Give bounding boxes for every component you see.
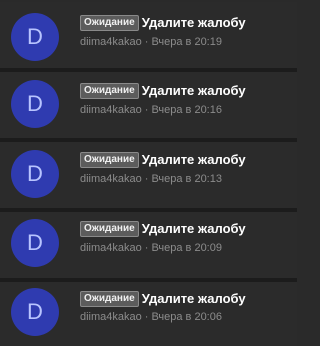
list-item[interactable]: D Ожидание Удалите жалобу diima4kakao · Вче… <box>0 212 297 278</box>
avatar[interactable]: D <box>11 13 59 61</box>
thread-meta: diima4kakao · Вчера в 20:16 <box>80 103 222 117</box>
timestamp[interactable]: Вчера в 20:16 <box>151 104 222 116</box>
thread-meta: diima4kakao · Вчера в 20:06 <box>80 310 222 324</box>
meta-separator: · <box>144 36 149 48</box>
title-line: Ожидание Удалите жалобу <box>80 220 246 238</box>
meta-separator: · <box>144 173 149 185</box>
list-item[interactable]: D Ожидание Удалите жалобу diima4kakao · Вче… <box>0 282 297 346</box>
thread-title[interactable]: Удалите жалобу <box>142 14 246 32</box>
title-line: Ожидание Удалите жалобу <box>80 151 246 169</box>
thread-title[interactable]: Удалите жалобу <box>142 220 246 238</box>
timestamp[interactable]: Вчера в 20:06 <box>151 311 222 323</box>
status-badge: Ожидание <box>80 291 139 307</box>
thread-list: D Ожидание Удалите жалобу diima4kakao · Вче… <box>0 0 297 346</box>
author-link[interactable]: diima4kakao <box>80 104 142 116</box>
list-item[interactable]: D Ожидание Удалите жалобу diima4kakao · Вче… <box>0 142 297 208</box>
timestamp[interactable]: Вчера в 20:09 <box>151 242 222 254</box>
author-link[interactable]: diima4kakao <box>80 242 142 254</box>
status-badge: Ожидание <box>80 83 139 99</box>
avatar[interactable]: D <box>11 150 59 198</box>
thread-meta: diima4kakao · Вчера в 20:19 <box>80 35 222 49</box>
author-link[interactable]: diima4kakao <box>80 36 142 48</box>
thread-title[interactable]: Удалите жалобу <box>142 290 246 308</box>
author-link[interactable]: diima4kakao <box>80 311 142 323</box>
status-badge: Ожидание <box>80 152 139 168</box>
title-line: Ожидание Удалите жалобу <box>80 82 246 100</box>
list-item[interactable]: D Ожидание Удалите жалобу diima4kakao · Вче… <box>0 72 297 138</box>
author-link[interactable]: diima4kakao <box>80 173 142 185</box>
thread-title[interactable]: Удалите жалобу <box>142 151 246 169</box>
avatar[interactable]: D <box>11 219 59 267</box>
status-badge: Ожидание <box>80 221 139 237</box>
title-line: Ожидание Удалите жалобу <box>80 14 246 32</box>
status-badge: Ожидание <box>80 15 139 31</box>
avatar[interactable]: D <box>11 288 59 336</box>
thread-meta: diima4kakao · Вчера в 20:13 <box>80 172 222 186</box>
list-item[interactable]: D Ожидание Удалите жалобу diima4kakao · Вче… <box>0 2 297 68</box>
thread-title[interactable]: Удалите жалобу <box>142 82 246 100</box>
timestamp[interactable]: Вчера в 20:13 <box>151 173 222 185</box>
thread-meta: diima4kakao · Вчера в 20:09 <box>80 241 222 255</box>
title-line: Ожидание Удалите жалобу <box>80 290 246 308</box>
timestamp[interactable]: Вчера в 20:19 <box>151 36 222 48</box>
avatar[interactable]: D <box>11 80 59 128</box>
meta-separator: · <box>144 242 149 254</box>
meta-separator: · <box>144 104 149 116</box>
meta-separator: · <box>144 311 149 323</box>
